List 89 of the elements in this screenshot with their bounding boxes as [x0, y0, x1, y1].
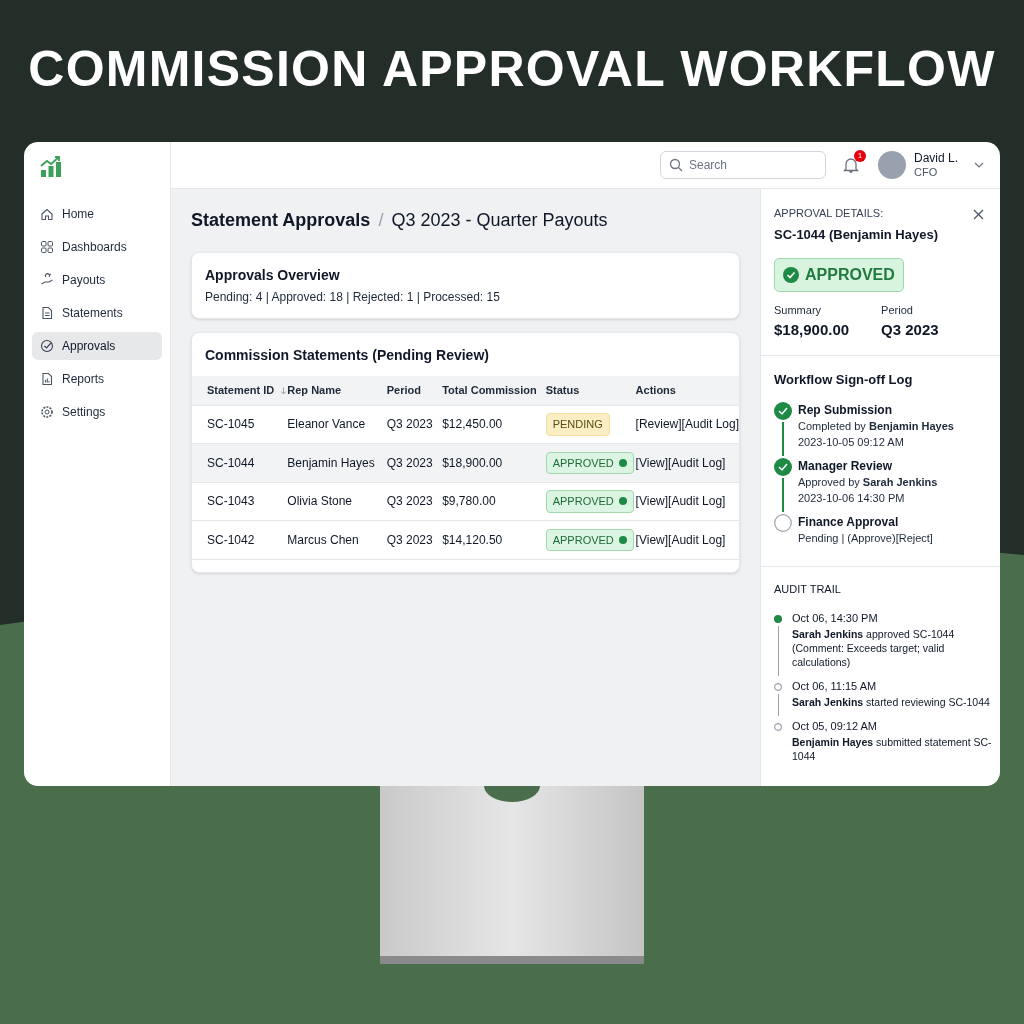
search-icon [668, 158, 683, 172]
table-cell: $14,120.50 [442, 532, 503, 547]
section-title: AUDIT TRAIL [774, 581, 842, 597]
column-header: Statement ID [207, 384, 275, 396]
table-cell: $12,450.00 [442, 417, 503, 432]
user-name: David L. [913, 150, 958, 166]
bell-icon[interactable] [841, 156, 860, 174]
user-role: CFO [913, 165, 939, 180]
action-links[interactable]: [View][Audit Log] [635, 532, 726, 547]
column-header: Actions [635, 384, 676, 396]
table-cell: Marcus Chen [287, 532, 359, 547]
status-dot-icon [618, 497, 627, 506]
avatar [877, 151, 906, 179]
action-links[interactable]: [Review][Audit Log] [635, 417, 739, 432]
headline: COMMISSION APPROVAL WORKFLOW [28, 44, 996, 94]
period-label: Period [881, 303, 914, 318]
table-cell: Q3 2023 [386, 455, 433, 470]
table-cell: $9,780.00 [442, 494, 496, 509]
approved-status-badge: APPROVED [545, 490, 634, 513]
step-detail: Approved by Sarah Jenkins [798, 474, 938, 490]
card-title: Approvals Overview [205, 266, 341, 285]
status-dot-icon [618, 458, 627, 467]
period-value: Q3 2023 [881, 319, 939, 340]
breadcrumb-item: Q3 2023 - Quarter Payouts [391, 209, 608, 232]
nav-item[interactable]: Statements [32, 299, 162, 327]
report-icon [40, 372, 54, 386]
nav-item[interactable]: Payouts [32, 266, 162, 294]
sort-arrow-icon [280, 387, 288, 396]
pending-status-badge: PENDING [545, 413, 610, 436]
check-circle-icon [783, 267, 799, 283]
table-cell: Q3 2023 [386, 532, 433, 547]
grid-icon [40, 240, 54, 254]
status-dot-icon [618, 535, 627, 544]
table-cell: Olivia Stone [287, 494, 352, 509]
settings-icon [40, 405, 54, 419]
summary-value: $18,900.00 [774, 319, 850, 340]
step-title: Rep Submission [798, 401, 893, 418]
nav-item[interactable]: Home [32, 200, 162, 228]
column-header: Period [386, 384, 421, 396]
summary-label: Summary [774, 303, 823, 318]
table-cell: Q3 2023 [386, 494, 433, 509]
home-icon [40, 207, 54, 221]
audit-time: Oct 06, 11:15 AM [792, 679, 878, 693]
step-title: Manager Review [798, 457, 894, 474]
audit-time: Oct 05, 09:12 AM [792, 719, 878, 733]
table-cell: Q3 2023 [386, 417, 433, 432]
audit-entry-text: Sarah Jenkins started reviewing SC-1044 [792, 695, 991, 709]
step-detail: 2023-10-06 14:30 PM [798, 490, 906, 506]
close-icon[interactable] [973, 209, 984, 220]
column-header: Total Commission [442, 384, 537, 396]
audit-entry-text: Benjamin Hayes submitted statement SC-1044 [792, 735, 993, 763]
table-cell: SC-1045 [207, 417, 255, 432]
approved-status-badge: APPROVED [774, 258, 904, 292]
card-title: Commission Statements (Pending Review) [204, 346, 490, 365]
table-cell: Eleanor Vance [287, 417, 366, 432]
action-links[interactable]: [View][Audit Log] [635, 455, 726, 470]
action-links[interactable]: [View][Audit Log] [635, 494, 726, 509]
column-header: Rep Name [287, 384, 342, 396]
notification-count: 1 [853, 150, 866, 162]
chevron-down-icon[interactable] [974, 162, 984, 168]
step-title: Finance Approval [798, 513, 900, 530]
step-detail: 2023-10-05 09:12 AM [798, 434, 905, 450]
table-cell: Benjamin Hayes [287, 455, 375, 470]
approved-status-badge: APPROVED [545, 528, 634, 551]
table-cell: SC-1042 [207, 532, 255, 547]
nav-item[interactable]: Dashboards [32, 233, 162, 261]
nav-item[interactable]: Settings [32, 398, 162, 426]
document-icon [40, 306, 54, 320]
check-circle-icon [40, 339, 54, 353]
nav-item[interactable]: Approvals [32, 332, 162, 360]
audit-entry-text: Sarah Jenkins approved SC-1044 (Comment: Exceeds target; valid calculations) [792, 627, 956, 669]
table-cell: SC-1043 [207, 494, 255, 509]
details-label: APPROVAL DETAILS: [774, 206, 884, 221]
step-detail: Pending | (Approve)[Reject] [798, 530, 933, 546]
hand-icon [40, 273, 54, 287]
column-header: Status [545, 384, 580, 396]
chart-logo-icon [40, 156, 62, 178]
section-title: Workflow Sign-off Log [774, 371, 914, 389]
table-cell: SC-1044 [207, 455, 255, 470]
approved-status-badge: APPROVED [545, 451, 634, 474]
breadcrumb-item: Statement Approvals [191, 209, 371, 232]
search-field[interactable]: Search [659, 151, 826, 179]
breadcrumb-separator: / [378, 209, 384, 232]
audit-time: Oct 06, 14:30 PM [792, 611, 879, 625]
details-subject: SC-1044 (Benjamin Hayes) [774, 225, 939, 244]
overview-stats: Pending: 4 | Approved: 18 | Rejected: 1 | Processed: 15 [205, 289, 501, 306]
table-cell: $18,900.00 [442, 455, 503, 470]
step-detail: Completed by Benjamin Hayes [798, 418, 954, 434]
nav-item[interactable]: Reports [32, 365, 162, 393]
